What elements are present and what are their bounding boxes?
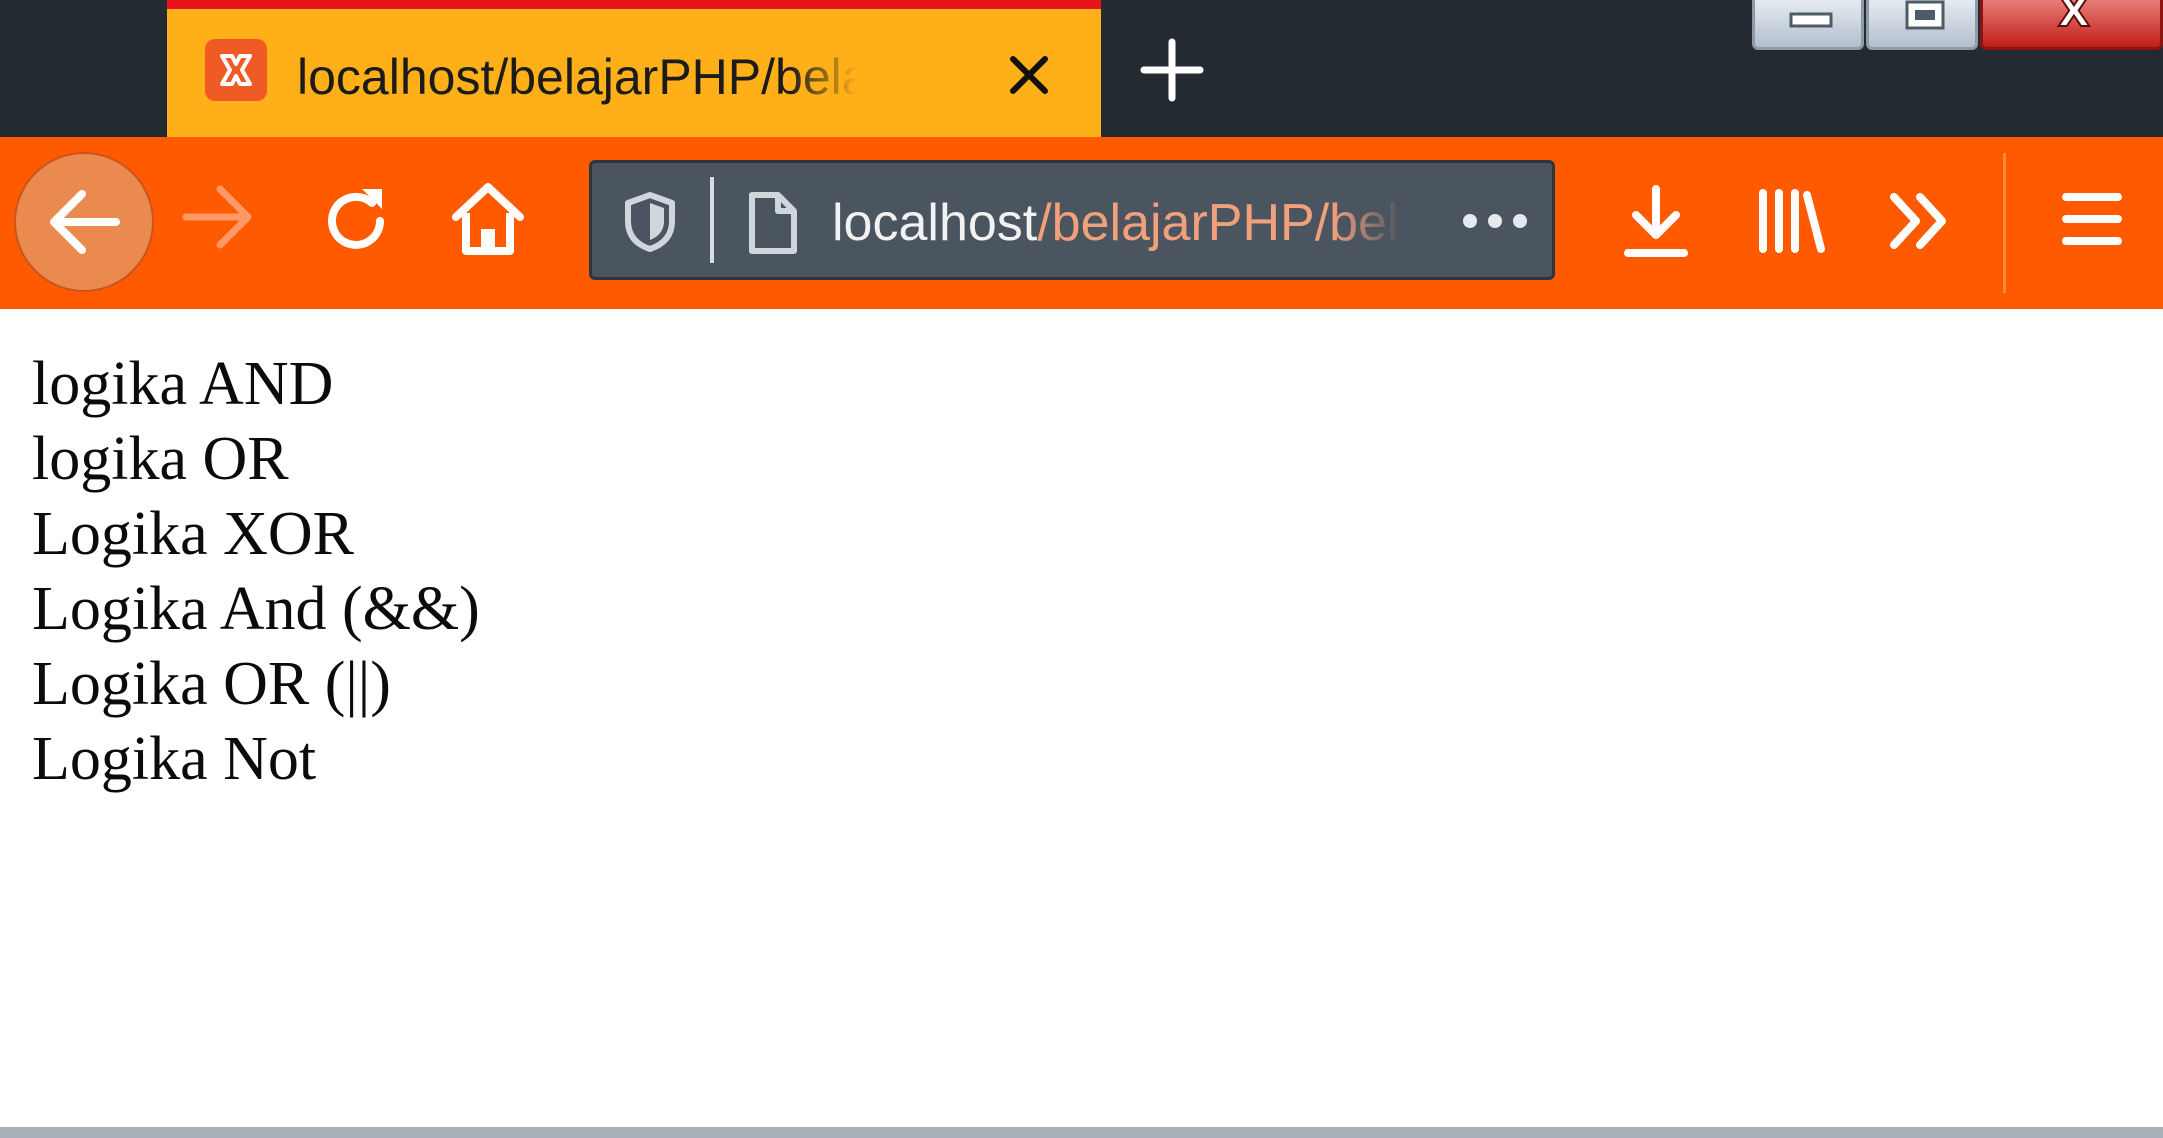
content-line-2: logika OR [32,425,289,493]
toolbar-separator [2003,153,2006,293]
page-actions-ellipsis-icon[interactable] [1460,211,1530,231]
reload-button[interactable] [316,181,396,266]
library-button[interactable] [1755,187,1827,260]
window-controls: X [1748,0,2163,58]
main-menu-button[interactable] [2062,189,2122,254]
url-path: /belajarPHP/belajar.php [1037,194,1402,252]
back-button[interactable] [16,154,152,290]
reload-icon [328,189,384,249]
download-icon [1624,185,1688,257]
close-window-button[interactable]: X [1980,0,2163,50]
page-info-icon[interactable] [744,191,800,255]
tracking-protection-shield-icon[interactable] [622,191,678,253]
content-line-3: Logika XOR [32,500,355,568]
url-host: localhost [832,194,1038,252]
library-icon [1759,189,1825,253]
back-arrow-icon [50,190,120,254]
maximize-button[interactable] [1866,0,1978,50]
url-separator [710,177,714,263]
overflow-menu-button[interactable] [1888,189,1952,258]
downloads-button[interactable] [1624,185,1688,266]
home-icon [452,183,524,255]
tab-close-icon[interactable] [1005,51,1053,99]
home-button[interactable] [450,179,526,264]
svg-text:X: X [2058,0,2090,36]
navigation-toolbar: localhost/belajarPHP/belajar.php [0,137,2163,309]
bottom-border [0,1127,2163,1138]
url-text[interactable]: localhost/belajarPHP/belajar.php [832,191,1402,255]
chevrons-right-icon [1890,193,1946,249]
active-tab[interactable]: localhost/belajarPHP/belajar.php [167,0,1101,137]
new-tab-plus-icon[interactable] [1140,38,1204,102]
content-line-1: logika AND [32,350,334,418]
tab-title: localhost/belajarPHP/belajar.php [297,49,857,105]
forward-button[interactable] [180,181,256,258]
content-line-5: Logika OR (||) [32,650,391,718]
page-content: logika AND logika OR Logika XOR Logika A… [0,309,2163,1127]
tab-strip: localhost/belajarPHP/belajar.php X [0,0,2163,137]
content-line-4: Logika And (&&) [32,575,480,643]
content-line-6: Logika Not [32,725,317,793]
hamburger-menu-icon [2062,193,2122,245]
url-bar[interactable]: localhost/belajarPHP/belajar.php [589,160,1555,280]
forward-arrow-icon [182,185,252,249]
xampp-icon [205,39,267,101]
minimize-button[interactable] [1752,0,1864,50]
